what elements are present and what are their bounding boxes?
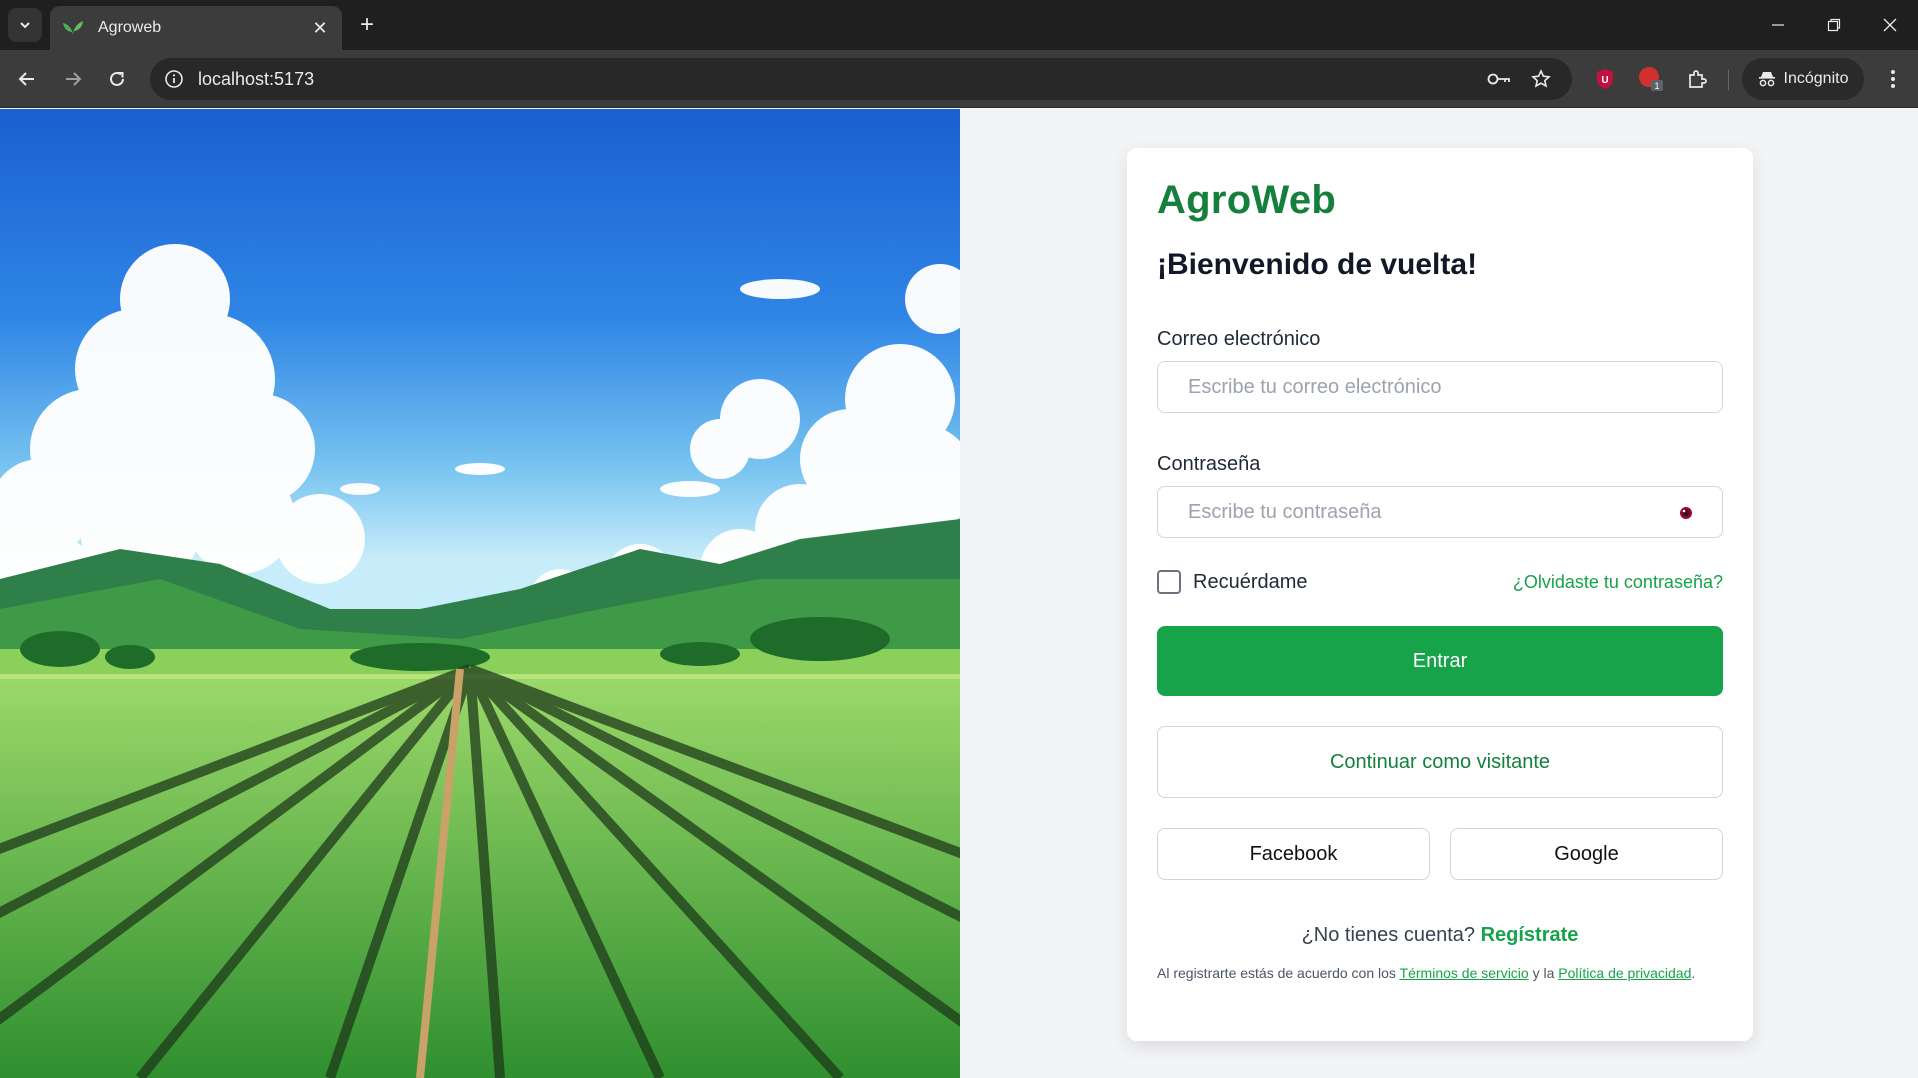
forgot-password-link[interactable]: ¿Olvidaste tu contraseña? xyxy=(1513,572,1723,593)
password-input[interactable] xyxy=(1188,500,1692,524)
close-window-button[interactable] xyxy=(1862,0,1918,50)
legal-prefix: Al registrarte estás de acuerdo con los xyxy=(1157,965,1396,981)
forward-icon xyxy=(66,72,82,86)
email-input[interactable] xyxy=(1188,375,1692,399)
password-key-button[interactable] xyxy=(1482,62,1516,96)
reload-button[interactable] xyxy=(100,62,134,96)
tab-strip: Agroweb ✕ + xyxy=(0,0,1918,50)
legal-text: Al registrarte estás de acuerdo con los … xyxy=(1157,965,1723,981)
bookmark-button[interactable] xyxy=(1524,62,1558,96)
minimize-button[interactable] xyxy=(1750,0,1806,50)
ublock-extension[interactable]: U xyxy=(1588,62,1622,96)
leaf-icon xyxy=(63,21,83,36)
farm-field-illustration xyxy=(0,109,960,1078)
brand-logo-text: AgroWeb xyxy=(1157,178,1337,222)
submit-button[interactable]: Entrar xyxy=(1157,626,1723,696)
svg-text:1: 1 xyxy=(1654,81,1659,91)
browser-toolbar: localhost:5173 U 1 Incógnito xyxy=(0,50,1918,108)
welcome-heading: ¡Bienvenido de vuelta! xyxy=(1157,248,1478,281)
password-field-wrapper xyxy=(1157,486,1723,538)
url-text: localhost:5173 xyxy=(198,68,315,89)
social-login-row: Facebook Google xyxy=(1157,828,1723,880)
page-content: AgroWeb ¡Bienvenido de vuelta! Correo el… xyxy=(0,109,1918,1078)
facebook-button[interactable]: Facebook xyxy=(1157,828,1430,880)
remember-forgot-row: Recuérdame ¿Olvidaste tu contraseña? xyxy=(1157,570,1723,594)
chevron-down-icon xyxy=(20,22,30,29)
eye-icon[interactable] xyxy=(1678,505,1694,521)
close-icon xyxy=(1883,18,1897,32)
legal-and: y la xyxy=(1532,965,1555,981)
email-field-wrapper xyxy=(1157,361,1723,413)
remember-checkbox[interactable]: Recuérdame xyxy=(1157,570,1308,594)
tab-search-button[interactable] xyxy=(8,8,42,42)
signup-prompt: ¿No tienes cuenta? Regístrate xyxy=(1157,924,1723,947)
back-button[interactable] xyxy=(10,62,44,96)
restore-button[interactable] xyxy=(1806,0,1862,50)
register-link[interactable]: Regístrate xyxy=(1481,924,1579,946)
checkbox-box[interactable] xyxy=(1157,570,1181,594)
star-icon xyxy=(1531,69,1551,88)
new-tab-button[interactable]: + xyxy=(352,10,382,40)
info-icon[interactable] xyxy=(164,69,184,89)
incognito-indicator[interactable]: Incógnito xyxy=(1742,58,1864,100)
tab-close-icon[interactable]: ✕ xyxy=(310,18,330,39)
browser-tab[interactable]: Agroweb ✕ xyxy=(50,6,342,50)
guest-button[interactable]: Continuar como visitante xyxy=(1157,726,1723,798)
extension-badge-icon: 1 xyxy=(1639,67,1663,91)
forward-button[interactable] xyxy=(56,62,90,96)
toolbar-divider xyxy=(1728,70,1729,90)
svg-text:U: U xyxy=(1601,75,1608,86)
privacy-link[interactable]: Política de privacidad xyxy=(1558,965,1691,981)
extensions-button[interactable] xyxy=(1680,62,1714,96)
legal-suffix: . xyxy=(1691,965,1696,981)
plus-icon: + xyxy=(359,11,374,38)
login-card: AgroWeb ¡Bienvenido de vuelta! Correo el… xyxy=(1127,148,1753,1041)
minimize-icon xyxy=(1772,24,1784,26)
incognito-label: Incógnito xyxy=(1783,70,1849,87)
back-icon xyxy=(18,72,34,86)
browser-menu-button[interactable] xyxy=(1876,62,1910,96)
key-icon xyxy=(1487,73,1510,85)
google-button[interactable]: Google xyxy=(1450,828,1723,880)
kebab-icon xyxy=(1891,70,1895,88)
address-bar[interactable]: localhost:5173 xyxy=(150,58,1572,100)
remember-label: Recuérdame xyxy=(1193,570,1308,593)
app-extension[interactable]: 1 xyxy=(1634,62,1668,96)
password-label: Contraseña xyxy=(1157,453,1261,475)
email-label: Correo electrónico xyxy=(1157,328,1321,350)
reload-icon xyxy=(110,71,124,86)
puzzle-icon xyxy=(1689,70,1707,88)
restore-icon xyxy=(1827,18,1841,32)
no-account-text: ¿No tienes cuenta? xyxy=(1301,924,1476,946)
terms-link[interactable]: Términos de servicio xyxy=(1400,965,1529,981)
tab-title: Agroweb xyxy=(98,19,162,36)
incognito-icon xyxy=(1758,72,1775,87)
shield-icon: U xyxy=(1597,69,1613,89)
